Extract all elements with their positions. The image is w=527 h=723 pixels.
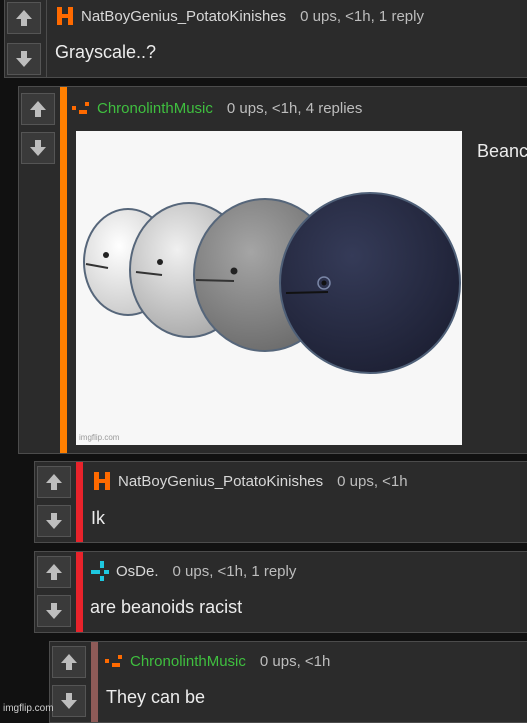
downvote-button[interactable] xyxy=(21,132,55,164)
upvote-button[interactable] xyxy=(7,2,41,34)
comment: NatBoyGenius_PotatoKinishes 0 ups, <1h, … xyxy=(4,0,527,78)
vote-column xyxy=(19,87,57,453)
username-link[interactable]: NatBoyGenius_PotatoKinishes xyxy=(81,8,286,25)
cyan-pixel-avatar-icon[interactable] xyxy=(90,560,110,582)
arrow-up-icon xyxy=(46,564,62,580)
arrow-up-icon xyxy=(46,474,62,490)
vote-column xyxy=(35,462,73,542)
downvote-button[interactable] xyxy=(37,505,71,537)
comment-meta: 0 ups, <1h xyxy=(259,652,331,670)
orange-h-avatar-icon[interactable] xyxy=(92,470,112,492)
arrow-down-icon xyxy=(16,51,32,67)
image-watermark: imgflip.com xyxy=(79,433,120,442)
username-link[interactable]: NatBoyGenius_PotatoKinishes xyxy=(118,473,323,490)
upvote-button[interactable] xyxy=(37,466,71,498)
comment-meta: 0 ups, <1h, 1 reply xyxy=(300,7,424,25)
vote-column xyxy=(35,552,73,632)
comment: NatBoyGenius_PotatoKinishes 0 ups, <1h I… xyxy=(34,461,527,543)
comment: OsDe. 0 ups, <1h, 1 reply are beanoids r… xyxy=(34,551,527,633)
comment-text: Grayscale..? xyxy=(55,42,157,62)
vote-column xyxy=(5,0,43,77)
comment-text: They can be xyxy=(106,687,206,707)
arrow-down-icon xyxy=(30,140,46,156)
thread-bar xyxy=(76,462,83,542)
orange-h-avatar-icon[interactable] xyxy=(55,5,75,27)
comment-text: Ik xyxy=(91,508,106,528)
orange-pixel-avatar-icon[interactable] xyxy=(104,650,124,672)
comment-image[interactable]: imgflip.com xyxy=(76,131,462,445)
page-watermark: imgflip.com xyxy=(3,703,54,714)
vote-column xyxy=(50,642,88,722)
upvote-button[interactable] xyxy=(21,93,55,125)
comment-meta: 0 ups, <1h, 4 replies xyxy=(226,99,363,117)
thread-bar xyxy=(60,87,67,453)
orange-pixel-avatar-icon[interactable] xyxy=(71,97,91,119)
downvote-button[interactable] xyxy=(52,685,86,717)
comment-text: Beanc xyxy=(477,141,527,161)
beanoid-spheres-image xyxy=(83,192,461,374)
username-link[interactable]: ChronolinthMusic xyxy=(130,653,246,670)
comment: ChronolinthMusic 0 ups, <1h They can be xyxy=(49,641,527,723)
arrow-down-icon xyxy=(61,693,77,709)
upvote-button[interactable] xyxy=(37,556,71,588)
arrow-up-icon xyxy=(16,10,32,26)
username-link[interactable]: ChronolinthMusic xyxy=(97,100,213,117)
downvote-button[interactable] xyxy=(7,43,41,75)
arrow-up-icon xyxy=(61,654,77,670)
arrow-down-icon xyxy=(46,513,62,529)
username-link[interactable]: OsDe. xyxy=(116,563,159,580)
arrow-down-icon xyxy=(46,603,62,619)
thread-bar xyxy=(91,642,98,722)
upvote-button[interactable] xyxy=(52,646,86,678)
comment-text: are beanoids racist xyxy=(90,597,243,617)
downvote-button[interactable] xyxy=(37,595,71,627)
comment: ChronolinthMusic 0 ups, <1h, 4 replies i… xyxy=(18,86,527,454)
comment-meta: 0 ups, <1h, 1 reply xyxy=(172,562,297,580)
comment-meta: 0 ups, <1h xyxy=(337,472,408,490)
thread-bar xyxy=(76,552,83,632)
arrow-up-icon xyxy=(30,101,46,117)
